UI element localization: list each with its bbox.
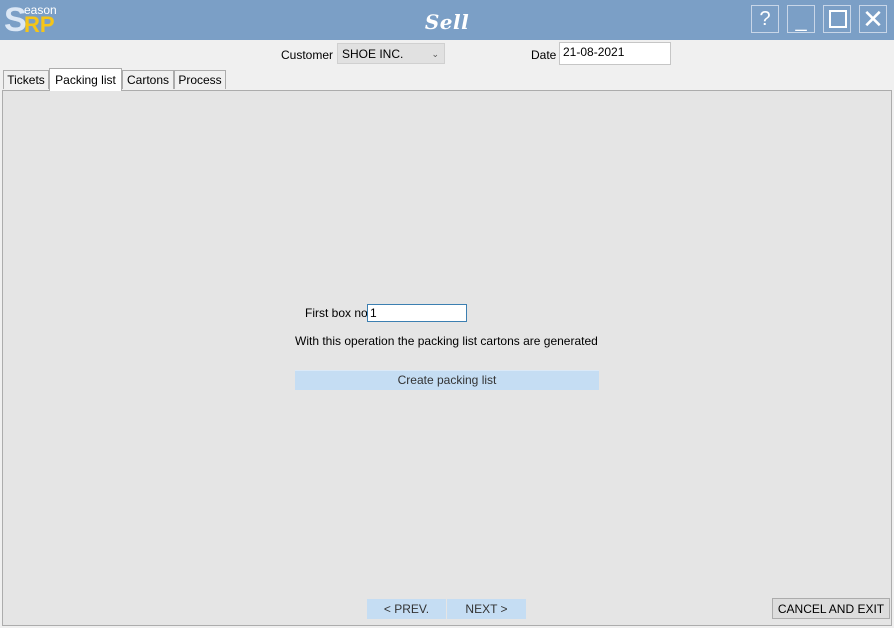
cancel-and-exit-button[interactable]: CANCEL AND EXIT (772, 598, 890, 619)
first-box-label: First box no (305, 306, 368, 320)
packing-list-panel (2, 90, 892, 626)
help-icon: ? (759, 8, 771, 30)
tab-process[interactable]: Process (174, 70, 226, 89)
minimize-button[interactable]: _ (787, 5, 815, 33)
title-bar: S eason RP Sell ? _ ✕ (0, 0, 894, 40)
help-button[interactable]: ? (751, 5, 779, 33)
customer-select[interactable]: SHOE INC. ⌄ (337, 43, 445, 64)
date-label: Date (531, 48, 557, 62)
maximize-button[interactable] (823, 5, 851, 33)
close-button[interactable]: ✕ (859, 5, 887, 33)
date-field[interactable]: 21-08-2021 (559, 42, 671, 65)
chevron-down-icon: ⌄ (431, 49, 439, 59)
maximize-icon (829, 10, 847, 28)
customer-label: Customer (281, 48, 334, 62)
prev-button[interactable]: < PREV. (367, 599, 446, 619)
create-packing-list-button[interactable]: Create packing list (295, 370, 599, 390)
tab-tickets[interactable]: Tickets (3, 70, 49, 89)
customer-value: SHOE INC. (342, 47, 404, 61)
tab-packing-list[interactable]: Packing list (49, 68, 122, 91)
minimize-icon: _ (795, 10, 807, 32)
next-button[interactable]: NEXT > (447, 599, 526, 619)
close-icon: ✕ (862, 4, 884, 34)
info-text: With this operation the packing list car… (295, 334, 598, 348)
tab-cartons[interactable]: Cartons (122, 70, 174, 89)
first-box-input[interactable]: 1 (367, 304, 467, 322)
